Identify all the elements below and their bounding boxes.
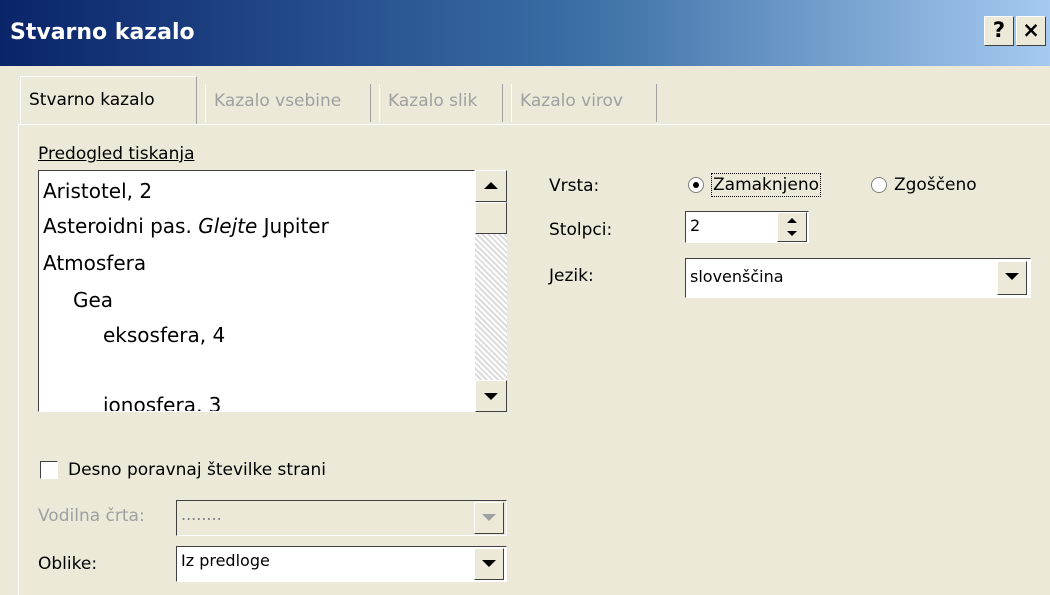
columns-spin-buttons[interactable] xyxy=(777,212,807,242)
right-align-checkbox[interactable] xyxy=(40,461,58,479)
scroll-down-icon xyxy=(484,393,498,400)
preview-scrollbar[interactable] xyxy=(475,170,507,412)
tab-kazalo-vsebine[interactable]: Kazalo vsebine xyxy=(205,84,371,122)
language-value: slovenščina xyxy=(690,267,784,286)
tab-label: Kazalo vsebine xyxy=(214,91,342,111)
tab-leader-label: Vodilna črta: xyxy=(38,506,145,526)
formats-select[interactable]: Iz predloge xyxy=(176,546,507,582)
tab-leader-select[interactable]: ........ xyxy=(176,500,507,536)
preview-line: Atmosfera xyxy=(43,251,147,275)
window-title: Stvarno kazalo xyxy=(10,20,195,45)
preview-label: Predogled tiskanja xyxy=(38,144,195,164)
preview-label-text: Predogled tiskanja xyxy=(38,144,195,164)
scroll-up-icon xyxy=(484,182,498,189)
formats-label: Oblike: xyxy=(38,554,98,574)
type-label: Vrsta: xyxy=(549,176,600,196)
columns-label: Stolpci: xyxy=(549,220,613,240)
tab-label: Kazalo slik xyxy=(388,91,478,111)
preview-line: Gea xyxy=(73,288,114,312)
language-dropdown-button[interactable] xyxy=(997,261,1027,295)
preview-text: Asteroidni pas. xyxy=(43,214,199,238)
preview-line: eksosfera, 4 xyxy=(103,323,226,347)
tab-leader-value: ........ xyxy=(181,505,222,524)
dropdown-arrow-icon xyxy=(482,514,496,521)
print-preview: Aristotel, 2 Asteroidni pas. Glejte Jupi… xyxy=(38,170,475,412)
formats-dropdown-button[interactable] xyxy=(474,548,504,580)
preview-text-italic: Glejte xyxy=(198,214,258,238)
scroll-thumb[interactable] xyxy=(475,202,507,234)
columns-value: 2 xyxy=(690,216,701,235)
title-bar: Stvarno kazalo ? × xyxy=(0,0,1050,66)
radio-indented[interactable] xyxy=(688,177,704,193)
radio-indented-label[interactable]: Zamaknjeno xyxy=(710,173,822,197)
tab-kazalo-slik[interactable]: Kazalo slik xyxy=(379,84,503,122)
language-select[interactable]: slovenščina xyxy=(685,258,1031,298)
formats-value: Iz predloge xyxy=(181,551,270,570)
spin-down-icon[interactable] xyxy=(778,227,806,241)
preview-line: Asteroidni pas. Glejte Jupiter xyxy=(43,214,329,238)
spin-up-icon[interactable] xyxy=(778,213,806,227)
tab-label: Stvarno kazalo xyxy=(29,90,155,110)
close-button[interactable]: × xyxy=(1016,16,1046,46)
tab-strip: Stvarno kazalo Kazalo vsebine Kazalo sli… xyxy=(0,66,1050,126)
close-icon: × xyxy=(1022,18,1040,42)
language-label: Jezik: xyxy=(549,266,594,286)
tab-leader-dropdown-button[interactable] xyxy=(474,502,504,534)
preview-text: Jupiter xyxy=(257,214,329,238)
help-button[interactable]: ? xyxy=(984,16,1014,46)
preview-line: ionosfera, 3 xyxy=(103,393,222,412)
radio-runin-label[interactable]: Zgoščeno xyxy=(894,175,977,195)
scroll-down-button[interactable] xyxy=(475,380,507,412)
dropdown-arrow-icon xyxy=(1005,273,1019,280)
tab-stvarno-kazalo[interactable]: Stvarno kazalo xyxy=(20,76,197,124)
tab-kazalo-virov[interactable]: Kazalo virov xyxy=(511,84,657,122)
radio-runin[interactable] xyxy=(871,177,887,193)
help-icon: ? xyxy=(992,18,1006,42)
tab-label: Kazalo virov xyxy=(520,91,623,111)
right-align-label[interactable]: Desno poravnaj številke strani xyxy=(68,460,326,480)
scroll-up-button[interactable] xyxy=(475,170,507,202)
preview-line: Aristotel, 2 xyxy=(43,179,153,203)
dropdown-arrow-icon xyxy=(482,560,496,567)
